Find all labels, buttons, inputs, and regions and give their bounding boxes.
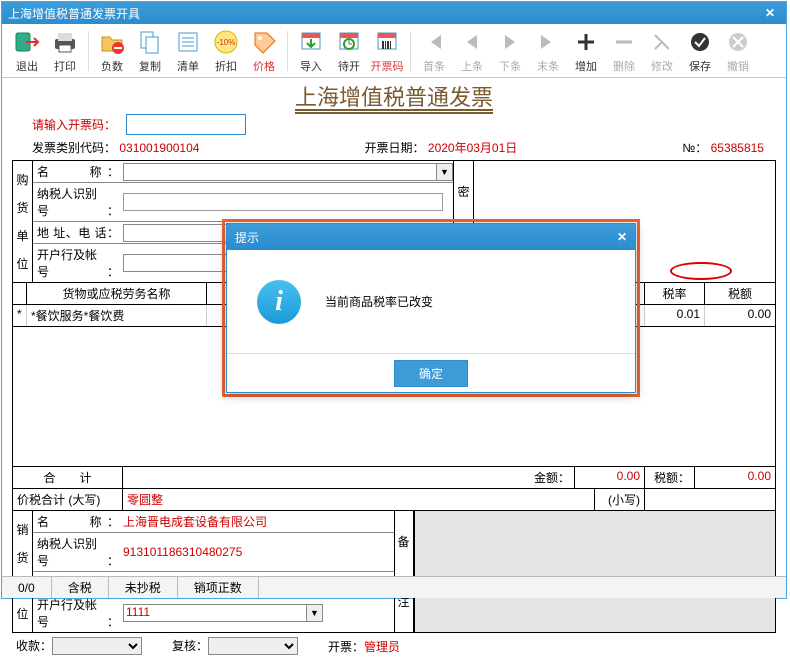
buyer-taxid-input[interactable] [123,193,443,211]
neg-button[interactable]: 负数 [93,26,131,76]
list-icon [174,28,202,56]
import-icon [297,28,325,56]
last-button[interactable]: 末条 [529,26,567,76]
ticket-input[interactable] [126,114,246,135]
window-titlebar: 上海增值税普通发票开具 ✕ [2,2,786,24]
save-button[interactable]: 保存 [681,26,719,76]
buyer-side-label: 购货单位 [13,161,33,282]
folder-neg-icon [98,28,126,56]
cashier-select[interactable] [52,637,142,655]
buyer-name-input[interactable]: ▼ [123,163,453,181]
seller-bank-select[interactable]: 1111▼ [123,604,323,622]
no-value: 65385815 [711,141,764,155]
doc-title: 上海增值税普通发票 [2,78,786,112]
toolbar: 退出 打印 负数 复制 清单 -10%折扣 价格 导入 待开 开票码 首条 上条… [2,24,786,78]
exit-icon [13,28,41,56]
last-icon [534,28,562,56]
undo-button[interactable]: 撤销 [719,26,757,76]
seller-side-label: 销货单位 [13,511,33,632]
class-code-label: 发票类别代码： [32,141,116,155]
plus-icon [572,28,600,56]
seller-taxid: 913101186310480275 [123,545,242,559]
exit-button[interactable]: 退出 [8,26,46,76]
remark-textarea[interactable] [414,511,776,632]
modal-close-icon[interactable]: ✕ [617,230,627,244]
copy-button[interactable]: 复制 [131,26,169,76]
print-button[interactable]: 打印 [46,26,84,76]
minus-icon [610,28,638,56]
modal-titlebar: 提示 ✕ [227,224,635,250]
svg-text:-10%: -10% [217,38,236,47]
ticket-button[interactable]: 开票码 [368,26,406,76]
discount-icon: -10% [212,28,240,56]
ticket-icon [373,28,401,56]
class-code: 031001900104 [119,141,199,155]
footer: 收款： 复核： 开票：管理员 [2,633,786,659]
window-title: 上海增值税普通发票开具 [8,5,140,22]
list-button[interactable]: 清单 [169,26,207,76]
first-icon [420,28,448,56]
seller-box: 销货单位 名 称：上海晋电成套设备有限公司 纳税人识别号：91310118631… [12,510,776,633]
modal-ok-button[interactable]: 确定 [394,360,468,387]
close-icon[interactable]: ✕ [760,6,780,20]
prev-button[interactable]: 上条 [453,26,491,76]
del-button[interactable]: 删除 [605,26,643,76]
prev-icon [458,28,486,56]
seller-name: 上海晋电成套设备有限公司 [123,513,267,530]
chevron-down-icon[interactable]: ▼ [306,605,322,621]
date-label: 开票日期： [365,141,425,155]
modal-message: 当前商品税率已改变 [325,293,433,310]
price-button[interactable]: 价格 [245,26,283,76]
status-taxmode: 含税 [52,577,109,598]
chevron-down-icon[interactable]: ▼ [436,164,452,180]
price-icon [250,28,278,56]
reviewer-select[interactable] [208,637,298,655]
date-value: 2020年03月01日 [428,141,517,155]
sum-cap-row: 价税合计 (大写) 零圆整 (小写) [12,489,776,511]
ticket-prompt: 请输入开票码： [32,116,116,133]
status-count: 0/0 [2,577,52,598]
discount-button[interactable]: -10%折扣 [207,26,245,76]
no-label: №： [682,141,707,155]
undo-icon [724,28,752,56]
add-button[interactable]: 增加 [567,26,605,76]
sum-total-row: 合 计 金额： 0.00 税额： 0.00 [12,467,776,489]
first-button[interactable]: 首条 [415,26,453,76]
import-button[interactable]: 导入 [292,26,330,76]
status-copymode: 未抄税 [109,577,178,598]
status-salemode: 销项正数 [178,577,259,598]
save-icon [686,28,714,56]
edit-icon [648,28,676,56]
info-modal: 提示 ✕ i 当前商品税率已改变 确定 [226,223,636,393]
next-icon [496,28,524,56]
info-icon: i [257,280,301,324]
modal-title: 提示 [235,229,259,246]
issuer-value: 管理员 [364,640,400,654]
next-button[interactable]: 下条 [491,26,529,76]
copy-icon [136,28,164,56]
edit-button[interactable]: 修改 [643,26,681,76]
remark-side-label: 备注 [394,511,414,632]
print-icon [51,28,79,56]
wait-icon [335,28,363,56]
status-bar: 0/0 含税 未抄税 销项正数 [2,576,786,598]
wait-button[interactable]: 待开 [330,26,368,76]
